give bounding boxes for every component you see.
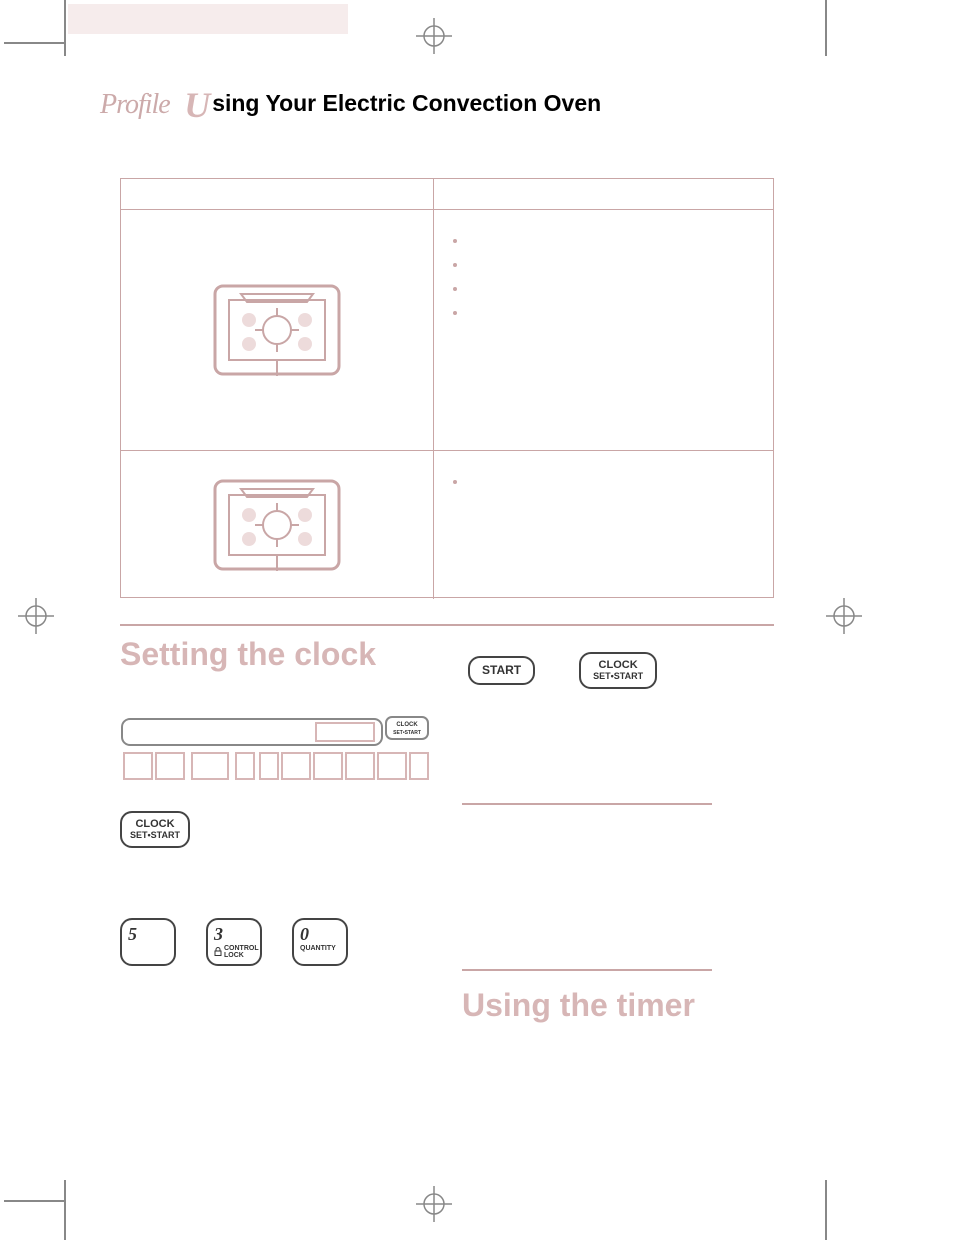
oven-icon [209,280,345,380]
title-drop-cap: U [184,85,212,125]
cropmark [825,1180,827,1240]
registration-mark-bottom [416,1186,452,1222]
section-title-clock: Setting the clock [120,636,432,673]
oven-icon [209,475,345,575]
section-divider [462,803,712,805]
brand-script-logo: Profile [100,89,180,121]
cropmark [4,1200,64,1202]
section-title-timer: Using the timer [462,987,774,1024]
cropmark [4,42,64,44]
control-panel-illustration: CLOCK SET•START [120,713,430,787]
clock-set-start-button[interactable]: CLOCK SET•START [579,652,657,689]
bullet-list-row1 [434,210,773,450]
oven-illustration-row1 [121,210,434,450]
section-divider [462,969,712,971]
pad-sub-line1: QUANTITY [300,945,336,952]
pad-sub-line2: LOCK [224,952,259,959]
oven-illustration-row2 [121,451,434,599]
button-label: START [482,663,521,677]
button-label-line2: SET•START [593,672,643,681]
registration-mark-left [18,598,54,634]
info-table [120,178,774,598]
cropmark [64,1180,66,1240]
number-pad-5[interactable]: 5 [120,918,176,966]
clock-set-start-button[interactable]: CLOCK SET•START [120,811,190,848]
pad-number: 0 [300,924,309,945]
pad-number: 3 [214,924,223,945]
svg-text:CLOCK: CLOCK [396,722,418,728]
start-button[interactable]: START [468,656,535,685]
page-title: Using Your Electric Convection Oven [184,90,601,116]
number-pad-0-quantity[interactable]: 0 QUANTITY [292,918,348,966]
title-text: sing Your Electric Convection Oven [212,90,601,116]
number-pad-row: 5 3 CONTROL LOCK [120,918,432,966]
header-faded-strip [68,4,348,34]
pad-sub-line1: CONTROL [224,945,259,952]
svg-text:SET•START: SET•START [393,730,421,736]
registration-mark-top [416,18,452,54]
cropmark [825,0,827,56]
lock-icon [214,947,222,956]
button-label-line2: SET•START [130,831,180,840]
number-pad-3-control-lock[interactable]: 3 CONTROL LOCK [206,918,262,966]
bullet-list-row2 [434,451,773,599]
button-label-line1: CLOCK [130,819,180,831]
registration-mark-right [826,598,862,634]
cropmark [64,0,66,56]
pad-number: 5 [128,924,137,945]
button-label-line1: CLOCK [593,660,643,672]
